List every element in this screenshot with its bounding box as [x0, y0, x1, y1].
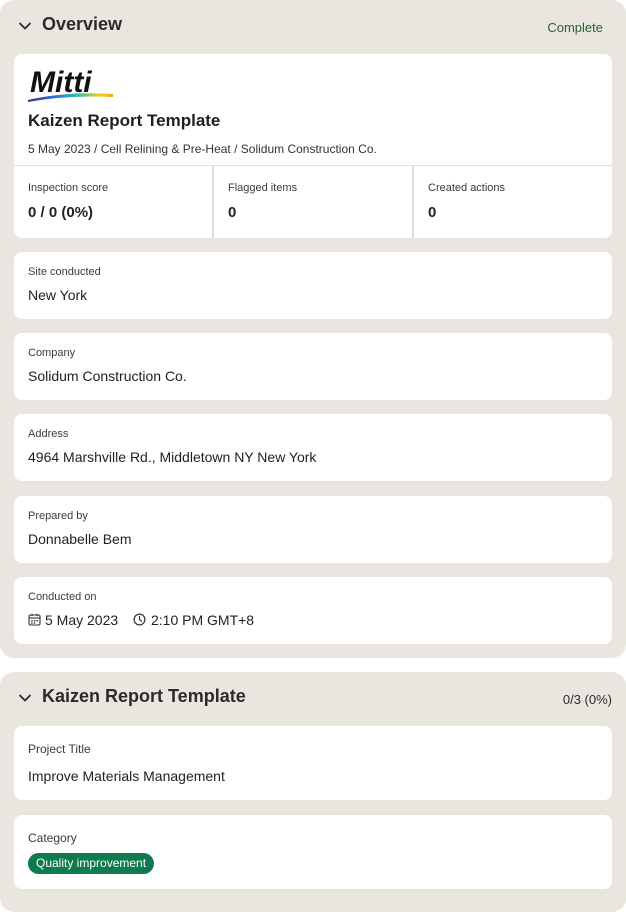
- stat-value: 0: [228, 204, 237, 221]
- kaizen-title: Kaizen Report Template: [42, 686, 246, 706]
- overview-section: Overview Complete Mitti Kaizen Report Te…: [0, 0, 626, 658]
- field-value: New York: [28, 287, 88, 303]
- chevron-down-icon[interactable]: [18, 691, 32, 705]
- kaizen-progress: 0/3 (0%): [562, 692, 612, 707]
- stat-label: Created actions: [428, 182, 506, 194]
- field-label: Prepared by: [28, 510, 88, 522]
- field-label: Company: [28, 347, 76, 359]
- stat-inspection-score: Inspection score 0 / 0 (0%): [14, 166, 212, 238]
- field-label: Project Title: [28, 742, 91, 756]
- stat-value: 0: [428, 204, 437, 221]
- field-label: Site conducted: [28, 266, 101, 278]
- field-category: Category Quality improvement: [14, 815, 612, 889]
- overview-status: Complete: [547, 20, 603, 35]
- stat-created-actions: Created actions 0: [414, 166, 612, 238]
- field-value: Donnabelle Bem: [28, 531, 132, 547]
- kaizen-header[interactable]: Kaizen Report Template 0/3 (0%): [0, 672, 626, 724]
- mitti-logo: Mitti: [27, 66, 119, 102]
- stat-label: Inspection score: [28, 182, 109, 194]
- clock-icon: [133, 613, 146, 626]
- field-company: Company Solidum Construction Co.: [14, 333, 612, 400]
- conducted-date: 5 May 2023: [45, 612, 119, 628]
- field-site-conducted: Site conducted New York: [14, 252, 612, 319]
- report-header-card: Mitti Kaizen Report Template 5 May 2023 …: [14, 54, 612, 238]
- stat-value: 0 / 0 (0%): [28, 204, 94, 221]
- overview-title: Overview: [42, 14, 123, 34]
- field-label: Conducted on: [28, 591, 97, 603]
- stat-label: Flagged items: [228, 182, 298, 194]
- kaizen-section: Kaizen Report Template 0/3 (0%) Project …: [0, 672, 626, 912]
- category-badge: Quality improvement: [28, 853, 155, 874]
- report-subtitle: 5 May 2023 / Cell Relining & Pre-Heat / …: [28, 142, 377, 156]
- stat-flagged-items: Flagged items 0: [214, 166, 412, 238]
- field-prepared-by: Prepared by Donnabelle Bem: [14, 496, 612, 563]
- field-project-title: Project Title Improve Materials Manageme…: [14, 726, 612, 800]
- field-address: Address 4964 Marshville Rd., Middletown …: [14, 414, 612, 481]
- field-label: Address: [28, 428, 69, 440]
- overview-header[interactable]: Overview Complete: [0, 0, 626, 52]
- field-value: Improve Materials Management: [28, 768, 225, 784]
- field-value: 4964 Marshville Rd., Middletown NY New Y…: [28, 449, 317, 465]
- report-title: Kaizen Report Template: [28, 111, 221, 130]
- field-label: Category: [28, 831, 77, 845]
- field-conducted-on: Conducted on 5 May 2023 2:10 PM GMT+8: [14, 577, 612, 644]
- conducted-time: 2:10 PM GMT+8: [151, 612, 255, 628]
- field-value: Solidum Construction Co.: [28, 368, 187, 384]
- calendar-icon: [28, 613, 41, 626]
- chevron-down-icon[interactable]: [18, 19, 32, 33]
